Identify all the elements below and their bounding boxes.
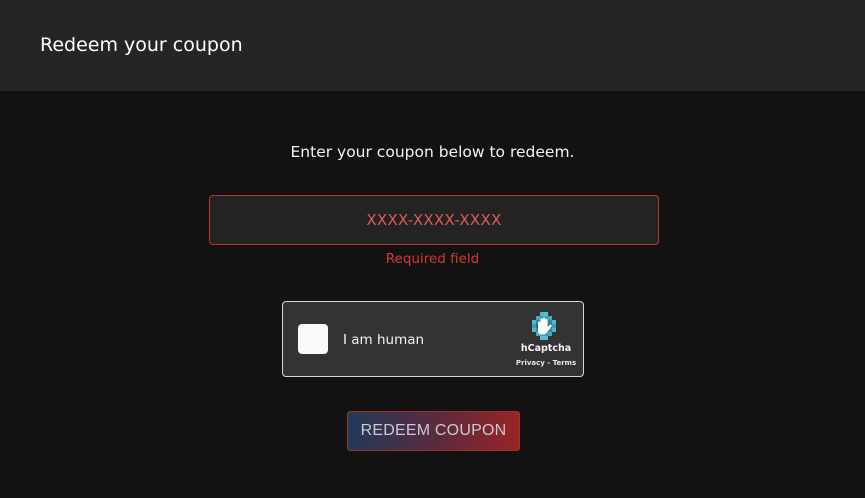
coupon-input[interactable] bbox=[209, 195, 659, 245]
captcha-brand: hCaptcha bbox=[520, 343, 572, 354]
hcaptcha-logo-icon bbox=[532, 312, 556, 340]
hcaptcha-widget: I am human hCaptcha Privacy - Terms bbox=[282, 301, 584, 377]
captcha-terms-link[interactable]: Terms bbox=[553, 359, 577, 367]
coupon-error-message: Required field bbox=[385, 251, 480, 267]
redeem-coupon-button[interactable]: REDEEM COUPON bbox=[347, 411, 520, 451]
page-header: Redeem your coupon bbox=[0, 0, 865, 91]
captcha-privacy-link[interactable]: Privacy bbox=[516, 359, 545, 367]
instruction-text: Enter your coupon below to redeem. bbox=[290, 143, 575, 161]
page-title: Redeem your coupon bbox=[40, 34, 243, 56]
captcha-label: I am human bbox=[343, 332, 425, 348]
captcha-links-separator: - bbox=[544, 359, 553, 367]
captcha-links: Privacy - Terms bbox=[505, 358, 587, 368]
captcha-checkbox[interactable] bbox=[298, 324, 328, 354]
